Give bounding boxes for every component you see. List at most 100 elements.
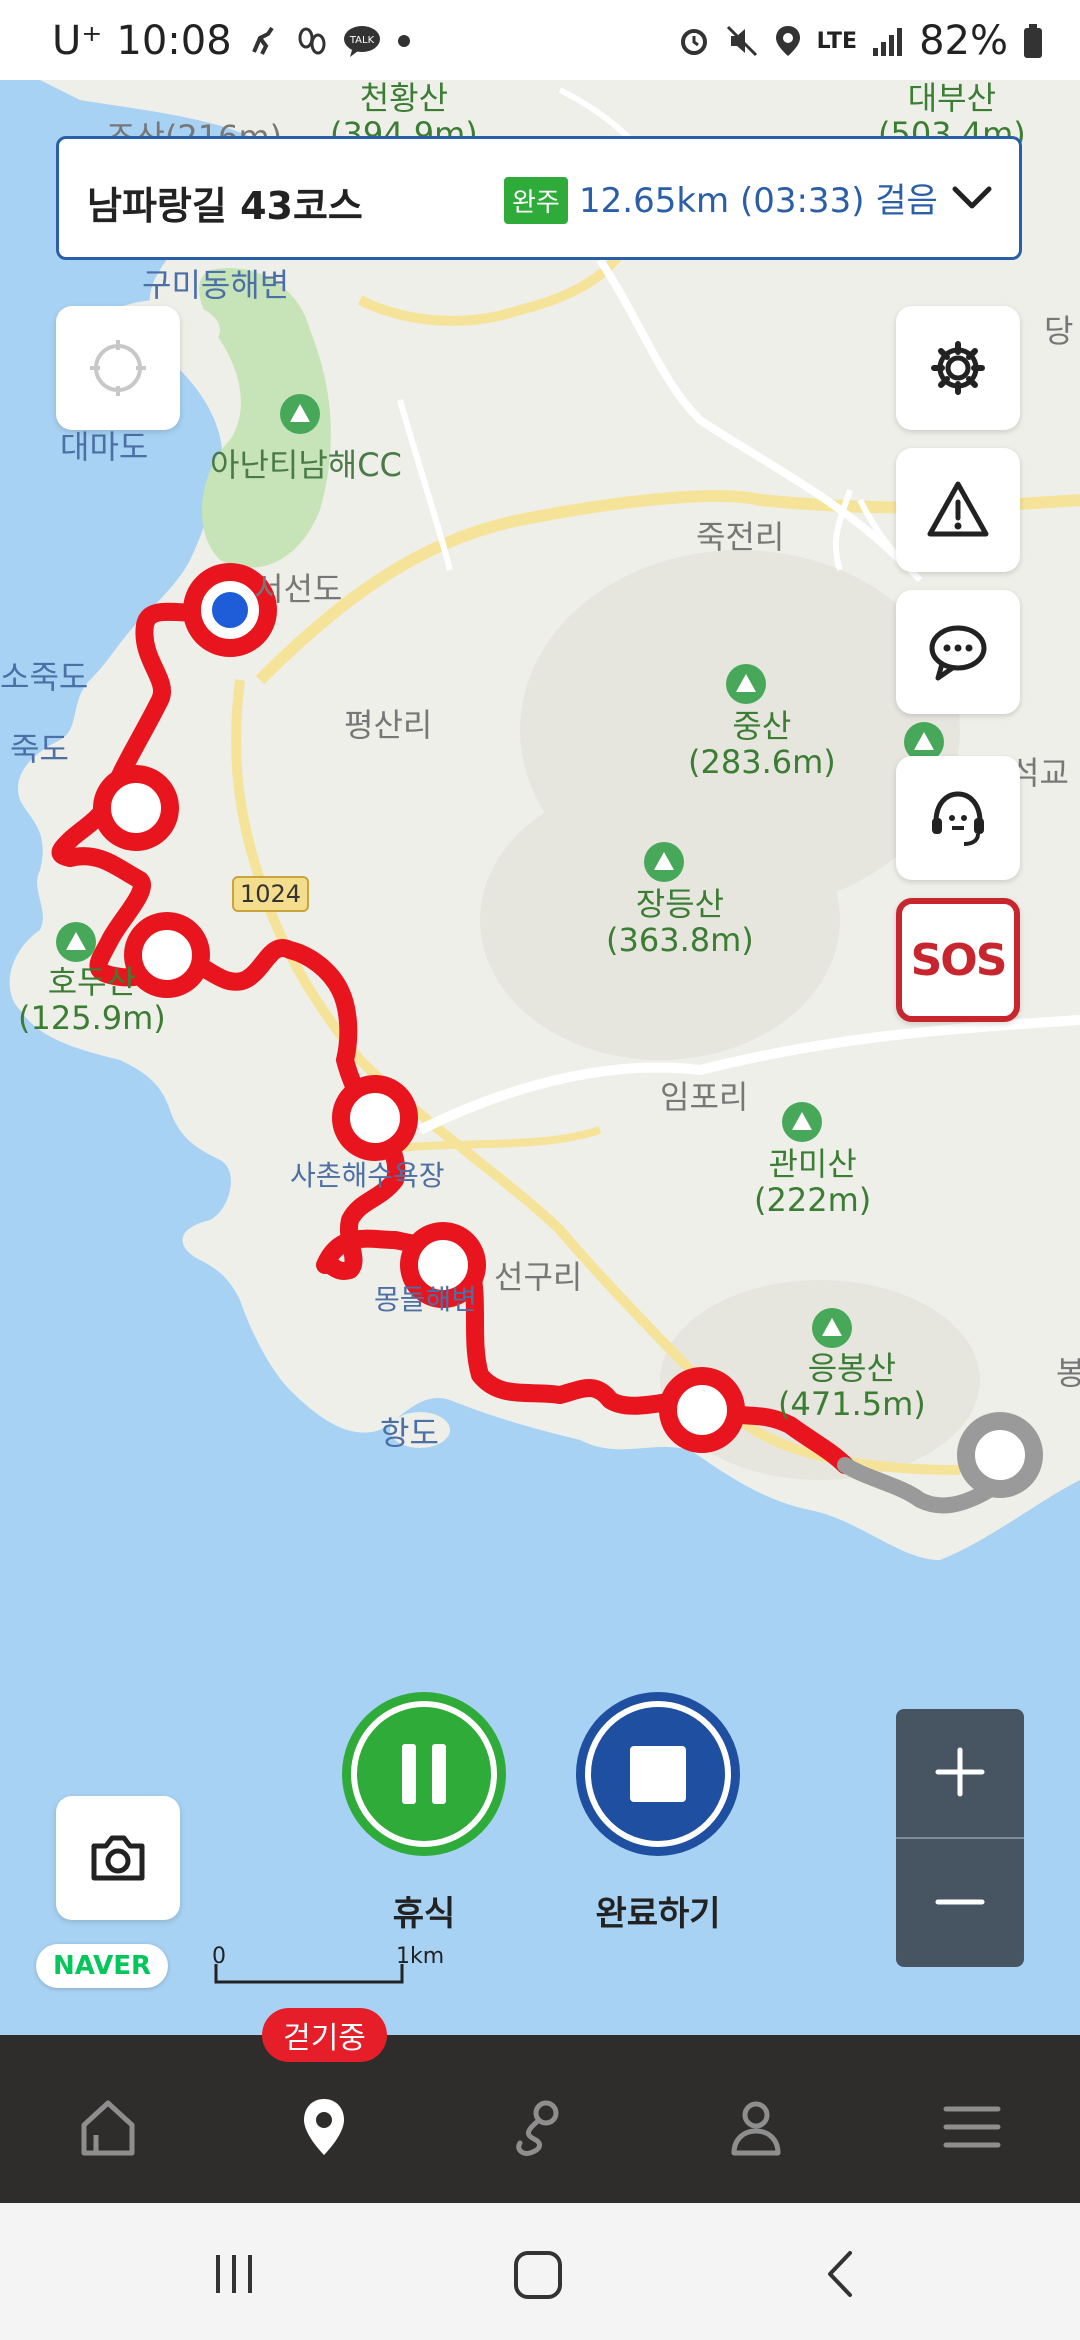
route-icon [516, 2100, 559, 2156]
support-button[interactable] [896, 756, 1020, 880]
gear-icon [931, 341, 985, 395]
nav-home[interactable] [58, 2077, 158, 2177]
gwanmisan-alt: (222m) [754, 1181, 872, 1219]
scale-line [214, 1964, 404, 1984]
finish-label: 완료하기 [595, 1894, 721, 1934]
road-1024-badge: 1024 [232, 876, 310, 912]
back-button[interactable] [818, 2249, 868, 2303]
map-label-jukdo: 죽도 [10, 730, 69, 768]
user-icon [731, 2101, 781, 2156]
completed-badge: 완주 [504, 177, 568, 224]
scale-zero-label: 0 [212, 1944, 226, 1969]
talk-icon: TALK [342, 24, 382, 58]
my-location-button[interactable] [56, 306, 180, 430]
map-label-gumidong: 구미동해변 [142, 266, 290, 304]
chat-icon [929, 625, 987, 681]
battery-percent: 82% [919, 18, 1008, 64]
map-label-seonguri: 선구리 [494, 1258, 583, 1296]
pause-icon [342, 1692, 506, 1856]
map-label-sachon-beach: 사촌해수욕장 [290, 1159, 445, 1192]
map-label-anantigolf: 아난티남해CC [210, 446, 402, 484]
jangdeungsan-peak-icon [644, 842, 684, 882]
nav-menu[interactable] [922, 2077, 1022, 2177]
nav-profile[interactable] [706, 2077, 806, 2177]
bottom-nav [0, 2035, 1080, 2203]
status-bar: U⁺ 10:08 TALK LTE 82% [0, 0, 1080, 80]
daebu-name: 대부산 [907, 80, 997, 117]
stop-icon [576, 1692, 740, 1856]
map-label-jungsan: 중산 (283.6m) [688, 708, 836, 780]
hodusan-alt: (125.9m) [18, 999, 166, 1037]
zoom-in-button[interactable] [896, 1709, 1024, 1835]
recents-icon [216, 2255, 252, 2293]
nav-courses[interactable] [488, 2077, 588, 2177]
camera-icon [91, 1835, 145, 1881]
map-label-mongdol-beach: 몽돌해변 [374, 1283, 478, 1316]
map-label-dang: 당 [1044, 312, 1074, 350]
jungsan-peak-icon [726, 664, 766, 704]
map-label-impori: 임포리 [660, 1078, 749, 1116]
gwanmisan-peak-icon [782, 1102, 822, 1142]
zoom-out-button[interactable] [896, 1839, 1024, 1965]
scale-km-label: 1km [396, 1944, 445, 1969]
headset-icon [932, 791, 984, 846]
minus-icon [935, 1899, 985, 1905]
battery-icon [1022, 23, 1044, 59]
gwanmisan-name: 관미산 [768, 1145, 857, 1183]
plus-icon [935, 1747, 985, 1797]
map-label-jangdeungsan: 장등산 (363.8m) [606, 886, 754, 958]
course-header[interactable]: 남파랑길 43코스 완주 12.65km (03:33) 걸음 [56, 136, 1022, 260]
sos-label: SOS [910, 934, 1008, 986]
location-icon [773, 24, 803, 58]
chat-button[interactable] [896, 590, 1020, 714]
map-label-pyeongsanri: 평산리 [344, 706, 433, 744]
footprint-icon [294, 24, 328, 58]
square-home-icon [514, 2251, 562, 2299]
finish-button[interactable] [574, 1690, 742, 1858]
hodusan-name: 호두산 [47, 963, 137, 1001]
carrier-label: U⁺ [52, 18, 103, 64]
course-stats: 12.65km (03:33) 걸음 [579, 181, 938, 221]
walking-active-badge: 걷기중 [262, 2008, 387, 2062]
recent-apps-button[interactable] [210, 2249, 260, 2303]
hodusan-peak-icon [56, 922, 96, 962]
chevron-down-icon[interactable] [947, 173, 997, 223]
zoom-controls [896, 1709, 1024, 1967]
home-system-button[interactable] [512, 2249, 564, 2305]
clock: 10:08 [116, 18, 232, 64]
map-label-sojukdo: 소죽도 [0, 658, 89, 696]
naver-logo: NAVER [36, 1944, 168, 1988]
back-arrow-icon [828, 2251, 852, 2297]
map-scale-bar: 0 1km [212, 1944, 444, 1992]
jungsan-alt: (283.6m) [688, 743, 836, 781]
map-label-bong: 봉 [1056, 1354, 1080, 1392]
jangdeungsan-name: 장등산 [635, 885, 725, 923]
pause-button[interactable] [340, 1690, 508, 1858]
settings-button[interactable] [896, 306, 1020, 430]
system-nav-bar [0, 2203, 1080, 2340]
dot-icon [396, 33, 412, 49]
map-label-eungbongsan: 응봉산 (471.5m) [778, 1350, 926, 1422]
jungsan-name: 중산 [732, 707, 792, 745]
menu-icon [943, 2106, 1001, 2148]
eungbongsan-peak-icon [812, 1308, 852, 1348]
signal-icon [871, 24, 905, 58]
eungbongsan-name: 응봉산 [807, 1349, 897, 1387]
warning-icon [927, 481, 989, 537]
mute-icon [725, 24, 759, 58]
sos-button[interactable]: SOS [896, 898, 1020, 1022]
jangdeungsan-alt: (363.8m) [606, 921, 754, 959]
home-icon [81, 2100, 135, 2156]
camera-button[interactable] [56, 1796, 180, 1920]
nav-walking[interactable] [274, 2077, 374, 2177]
location-pin-icon [304, 2099, 344, 2155]
map-label-gwanmisan: 관미산 (222m) [754, 1146, 871, 1218]
walking-app-icon [246, 24, 280, 58]
network-label: LTE [816, 28, 858, 54]
map-label-seondo: 서선도 [254, 570, 343, 608]
golf-pin-icon [280, 394, 320, 434]
rest-label: 휴식 [392, 1894, 456, 1934]
eungbongsan-alt: (471.5m) [778, 1385, 926, 1423]
alarm-icon [677, 24, 711, 58]
warning-button[interactable] [896, 448, 1020, 572]
